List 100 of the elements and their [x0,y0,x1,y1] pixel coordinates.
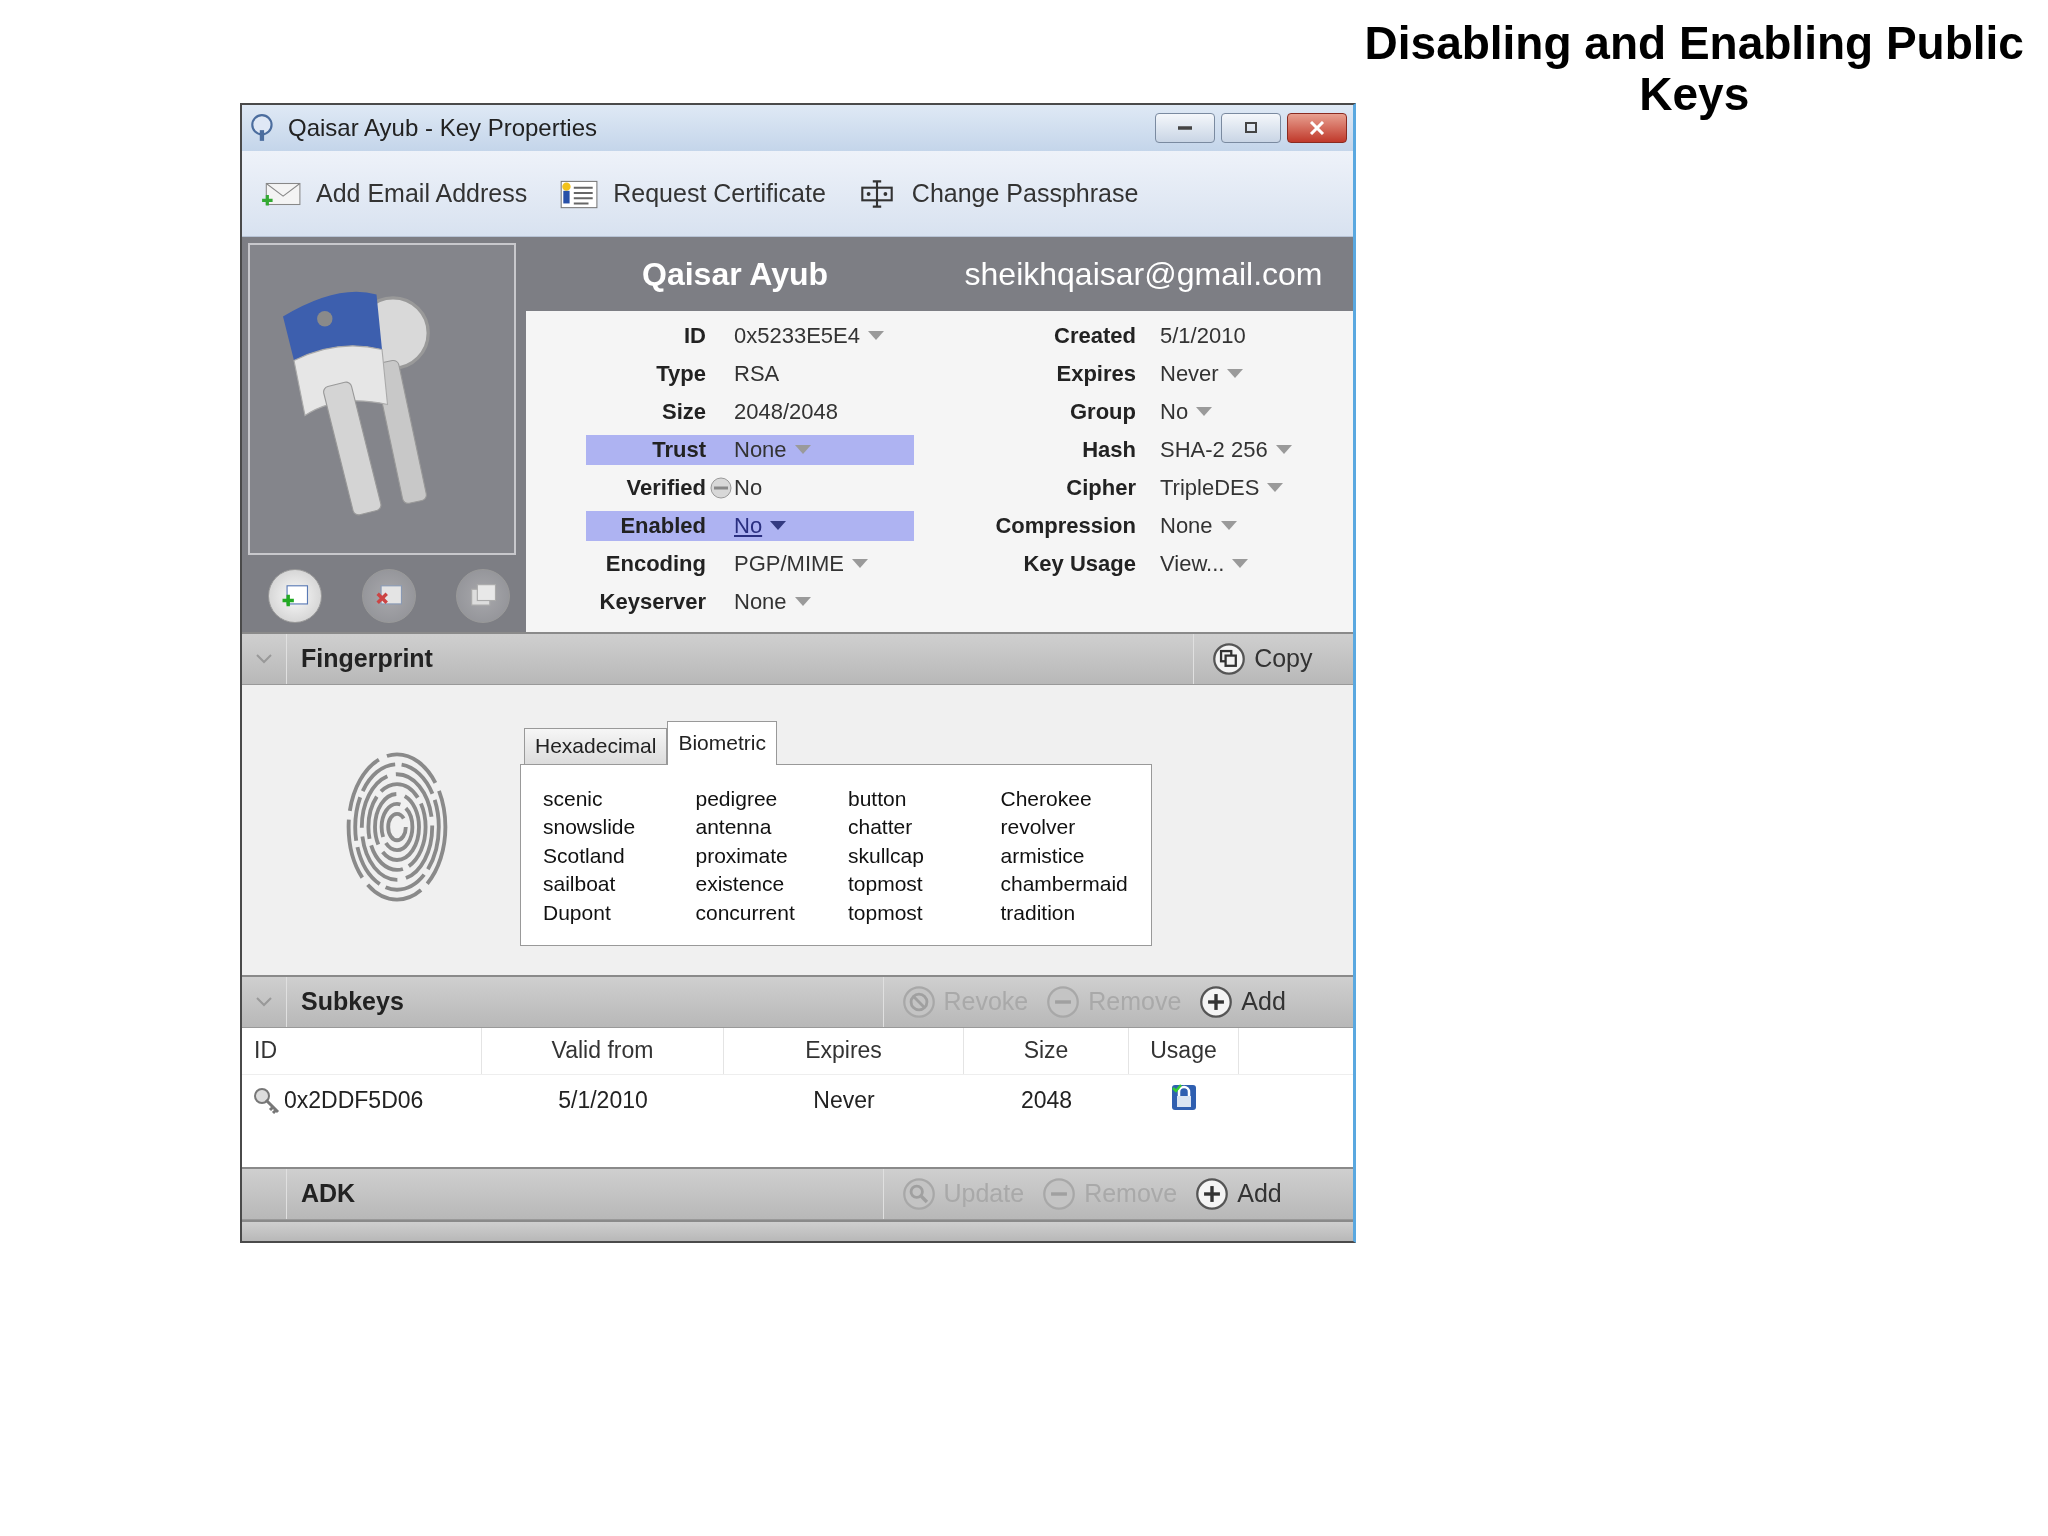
slide-title: Disabling and Enabling Public Keys [1363,18,2025,120]
fingerprint-word: tradition [1000,899,1077,926]
tab[interactable]: Hexadecimal [524,727,668,764]
prohibited-icon [901,984,936,1019]
field-value[interactable]: No [1160,399,1189,426]
add-photo-button[interactable] [268,569,322,624]
fingerprint-word: sailboat [543,871,617,898]
field-value: 5/1/2010 [1160,323,1246,350]
fingerprint-word: Scotland [543,842,626,869]
field-value[interactable]: View... [1160,551,1225,578]
field-value[interactable]: PGP/MIME [734,551,844,578]
key-email: sheikhqaisar@gmail.com [964,255,1323,293]
caret-icon[interactable] [868,331,884,342]
column-header[interactable]: Valid from [482,1027,724,1074]
plus-icon [1195,1176,1230,1211]
section-title: Fingerprint [301,644,433,674]
field-label: Group [1069,399,1136,426]
caret-icon[interactable] [1196,407,1213,418]
field-label: Expires [1055,361,1136,388]
action-button[interactable]: Add [1195,1176,1282,1211]
field-value: No [734,475,763,502]
caret-icon[interactable] [1226,369,1243,380]
fingerprint-word: chambermaid [1000,871,1129,898]
column-header[interactable]: Usage [1129,1027,1239,1074]
minimize-button[interactable] [1154,113,1215,144]
key-icon [252,1085,282,1116]
copy-button[interactable]: Copy [1212,641,1313,676]
remove-photo-button[interactable] [362,569,416,624]
copy-photo-button[interactable] [456,569,510,624]
section-title: ADK [301,1179,356,1209]
column-header[interactable]: Expires [724,1027,964,1074]
fingerprint-word: Cherokee [1000,785,1093,812]
fingerprint-word: revolver [1000,814,1077,841]
fingerprint-word: existence [695,871,786,898]
maximize-button[interactable] [1220,113,1281,144]
minus-icon [1042,1176,1077,1211]
field-label: Type [655,361,706,388]
toolbar-button[interactable]: Add Email Address [260,177,528,210]
collapse-chevron-icon[interactable] [256,996,272,1007]
fingerprint-word: skullcap [848,842,925,869]
fingerprint-word: chatter [848,814,914,841]
table-cell-text: Never [812,1087,876,1115]
table-cell-text: 5/1/2010 [557,1087,649,1115]
fingerprint-word: snowslide [543,814,637,841]
caret-icon[interactable] [1275,445,1292,456]
fingerprint-word: pedigree [695,785,779,812]
caret-icon[interactable] [1267,483,1284,494]
collapse-chevron-icon[interactable] [256,653,272,664]
caret-icon[interactable] [1220,521,1237,532]
fingerprint-word: antenna [695,814,773,841]
caret-icon[interactable] [770,521,787,532]
field-label: Encoding [604,551,706,578]
toolbar-button[interactable]: Request Certificate [557,177,826,210]
minimize-icon [1177,126,1192,131]
fingerprint-word: Dupont [543,899,612,926]
field-value: 2048/2048 [734,399,838,426]
caret-icon[interactable] [794,597,811,608]
fingerprint-word: scenic [543,785,604,812]
field-label: Size [660,399,706,426]
minus-icon [1046,984,1081,1019]
field-value[interactable]: SHA-2 256 [1160,437,1268,464]
fingerprint-word: button [848,785,908,812]
field-value: RSA [734,361,780,388]
magnifier-icon [901,1176,936,1211]
fingerprint-word: armistice [1000,842,1086,869]
field-value[interactable]: None [1160,513,1213,540]
table-cell: 0x2DDF5D06 [242,1085,482,1116]
action-button[interactable]: Add [1199,984,1286,1019]
field-label: Hash [1081,437,1136,464]
toolbar-button[interactable]: Change Passphrase [855,177,1139,210]
field-label: ID [683,323,706,350]
field-value[interactable]: No [734,513,763,540]
tab[interactable]: Biometric [667,720,777,765]
plus-icon [1199,984,1234,1019]
fingerprint-word: proximate [695,842,789,869]
fingerprint-word: topmost [848,871,924,898]
fingerprint-word: concurrent [695,899,796,926]
field-label: Trust [651,437,706,464]
window-title: Qaisar Ayub - Key Properties [288,114,598,143]
caret-icon[interactable] [852,559,868,570]
field-label: Verified [625,475,706,502]
fingerprint-word: topmost [848,899,924,926]
column-header[interactable]: ID [242,1027,482,1074]
section-title: Subkeys [301,987,404,1017]
field-label: Keyserver [598,589,706,616]
field-label: Key Usage [1022,551,1136,578]
field-value[interactable]: TripleDES [1160,475,1260,502]
close-button[interactable] [1286,113,1347,144]
field-value[interactable]: None [734,589,787,616]
field-value[interactable]: None [734,437,787,464]
column-header[interactable]: Size [964,1027,1129,1074]
key-owner-name: Qaisar Ayub [642,255,829,293]
copy-icon [1212,641,1247,676]
field-value[interactable]: Never [1160,361,1219,388]
field-label: Compression [994,513,1136,540]
field-label: Cipher [1065,475,1136,502]
field-value[interactable]: 0x5233E5E4 [734,323,860,350]
caret-icon[interactable] [1232,559,1249,570]
field-label: Enabled [619,513,706,540]
field-label: Created [1053,323,1136,350]
